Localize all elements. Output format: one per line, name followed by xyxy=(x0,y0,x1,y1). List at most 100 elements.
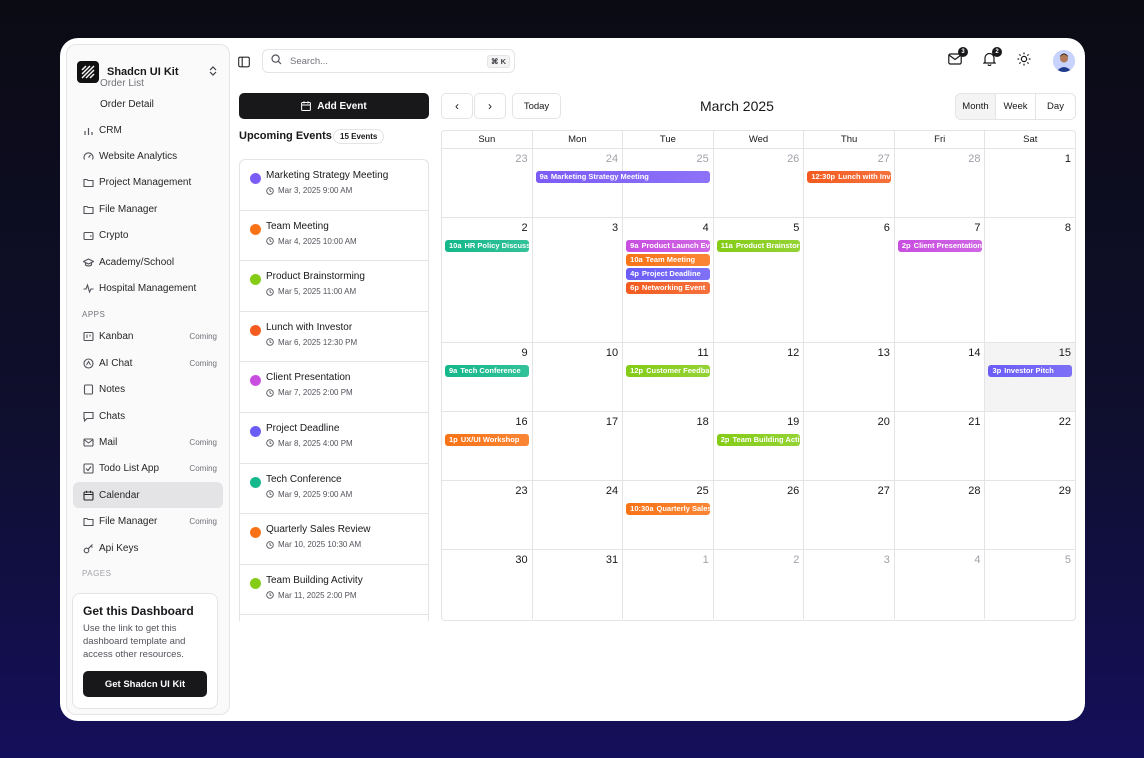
prev-month-button[interactable]: ‹ xyxy=(441,93,473,119)
day-cell[interactable]: 20 xyxy=(804,412,895,480)
calendar-event[interactable]: 12pCustomer Feedback xyxy=(626,365,710,377)
sidebar-item-api-keys[interactable]: Api Keys xyxy=(73,535,223,561)
event-card[interactable]: Product Brainstorming Mar 5, 2025 11:00 A… xyxy=(240,261,428,312)
day-cell[interactable]: 26 xyxy=(714,481,805,549)
day-cell[interactable]: 28 xyxy=(895,149,986,217)
sidebar-item-website-analytics[interactable]: Website Analytics xyxy=(73,143,223,169)
day-cell[interactable]: 10 xyxy=(533,343,624,411)
calendar-event[interactable]: 9a Tech Conference xyxy=(445,365,529,377)
calendar-event[interactable]: 6p Networking Event xyxy=(626,282,710,294)
sidebar-item-todo-list-app[interactable]: Todo List App Coming xyxy=(73,456,223,482)
sidebar-item-file-manager[interactable]: File Manager xyxy=(73,196,223,222)
day-cell[interactable]: 23 xyxy=(442,481,533,549)
sidebar-item-kanban[interactable]: Kanban Coming xyxy=(73,324,223,350)
day-cell[interactable]: 22 xyxy=(985,412,1075,480)
notifications-button[interactable]: 2 xyxy=(981,47,1002,69)
event-time: 9a xyxy=(539,172,548,181)
day-cell[interactable]: 30 xyxy=(442,550,533,619)
get-kit-button[interactable]: Get Shadcn UI Kit xyxy=(83,671,207,697)
view-day-button[interactable]: Day xyxy=(1036,94,1075,119)
view-week-button[interactable]: Week xyxy=(996,94,1036,119)
day-cell[interactable]: 16 1p UX/UI Workshop xyxy=(442,412,533,480)
event-card[interactable]: Quarterly Sales Review Mar 10, 2025 10:30… xyxy=(240,514,428,565)
sidebar-item-mail[interactable]: Mail Coming xyxy=(73,429,223,455)
sidebar-item-project-management[interactable]: Project Management xyxy=(73,170,223,196)
day-cell[interactable]: 8 xyxy=(985,218,1075,342)
day-cell[interactable]: 2 10aHR Policy Discussion xyxy=(442,218,533,342)
today-button[interactable]: Today xyxy=(512,93,561,119)
calendar-event[interactable]: 9a Marketing Strategy Meeting xyxy=(535,171,710,183)
day-cell[interactable]: 17 xyxy=(533,412,624,480)
day-cell[interactable]: 18 xyxy=(623,412,714,480)
day-cell[interactable]: 3 xyxy=(804,550,895,619)
event-card[interactable]: Lunch with Investor Mar 6, 2025 12:30 PM xyxy=(240,312,428,363)
sidebar-item-ai-chat[interactable]: AI Chat Coming xyxy=(73,350,223,376)
sidebar-toggle-icon[interactable] xyxy=(238,55,250,68)
sidebar-item-hospital-management[interactable]: Hospital Management xyxy=(73,275,223,301)
day-cell[interactable]: 9 9a Tech Conference xyxy=(442,343,533,411)
calendar-event[interactable]: 10aHR Policy Discussion xyxy=(445,240,529,252)
day-cell[interactable]: 15 3p Investor Pitch xyxy=(985,343,1075,411)
sidebar-subitem-order-detail[interactable]: Order Detail xyxy=(73,94,223,115)
add-event-button[interactable]: Add Event xyxy=(239,93,429,119)
event-card[interactable]: Team Building Activity Mar 11, 2025 2:00 … xyxy=(240,565,428,616)
view-month-button[interactable]: Month xyxy=(956,94,996,119)
day-cell[interactable]: 24 9a Marketing Strategy Meeting xyxy=(533,149,710,217)
day-cell[interactable]: 28 xyxy=(895,481,986,549)
day-cell[interactable]: 1 xyxy=(623,550,714,619)
sidebar-item-file-manager[interactable]: File Manager Coming xyxy=(73,508,223,534)
calendar-event[interactable]: 9aProduct Launch Event xyxy=(626,240,710,252)
theme-toggle-button[interactable] xyxy=(1016,52,1032,69)
sidebar-subitem-order-list[interactable]: Order List xyxy=(73,73,223,94)
day-cell[interactable]: 21 xyxy=(895,412,986,480)
calendar-event[interactable]: 2p Client Presentation xyxy=(897,240,982,252)
event-card[interactable]: Project Deadline Mar 8, 2025 4:00 PM xyxy=(240,413,428,464)
calendar-event[interactable]: 3p Investor Pitch xyxy=(988,365,1073,377)
calendar-event[interactable]: 10:30aQuarterly Sales Review xyxy=(626,503,710,515)
day-cell[interactable]: 25 xyxy=(623,149,714,217)
mail-button[interactable]: 3 xyxy=(947,47,968,69)
day-cell[interactable]: 7 2p Client Presentation xyxy=(895,218,986,342)
day-cell[interactable]: 23 xyxy=(442,149,533,217)
calendar-event[interactable]: 11aProduct Brainstorming xyxy=(716,240,801,252)
event-card[interactable]: Marketing Strategy Meeting Mar 3, 2025 9:… xyxy=(240,160,428,211)
day-cell[interactable]: 14 xyxy=(895,343,986,411)
day-cell[interactable]: 26 xyxy=(714,149,805,217)
calendar-event[interactable]: 10a Team Meeting xyxy=(626,254,710,266)
day-cell[interactable]: 25 10:30aQuarterly Sales Review xyxy=(623,481,714,549)
day-cell[interactable]: 5 11aProduct Brainstorming xyxy=(714,218,805,342)
sidebar-item-crypto[interactable]: Crypto xyxy=(73,223,223,249)
next-month-button[interactable]: › xyxy=(474,93,506,119)
calendar-event[interactable]: 4p Project Deadline xyxy=(626,268,710,280)
day-cell[interactable]: 1 xyxy=(985,149,1075,217)
event-card[interactable]: Client Presentation Mar 7, 2025 2:00 PM xyxy=(240,362,428,413)
day-cell[interactable]: 24 xyxy=(533,481,624,549)
day-cell[interactable]: 12 xyxy=(714,343,805,411)
day-cell[interactable]: 4 9aProduct Launch Event 10aTeam Meeting 4p… xyxy=(623,218,714,342)
day-cell[interactable]: 11 12pCustomer Feedback xyxy=(623,343,714,411)
event-card[interactable]: Team Meeting Mar 4, 2025 10:00 AM xyxy=(240,211,428,262)
key-icon xyxy=(82,542,94,554)
day-cell[interactable]: 27 12:30pLunch with Investor xyxy=(804,149,895,217)
day-cell[interactable]: 27 xyxy=(804,481,895,549)
calendar-event[interactable]: 1p UX/UI Workshop xyxy=(445,434,529,446)
user-avatar[interactable] xyxy=(1053,50,1075,72)
day-cell[interactable]: 6 xyxy=(804,218,895,342)
sidebar-item-crm[interactable]: CRM xyxy=(73,117,223,143)
day-cell[interactable]: 2 xyxy=(714,550,805,619)
calendar-event[interactable]: 2pTeam Building Activity xyxy=(716,434,801,446)
day-cell[interactable]: 19 2pTeam Building Activity xyxy=(714,412,805,480)
day-cell[interactable]: 5 xyxy=(985,550,1075,619)
event-card[interactable]: Tech Conference Mar 9, 2025 9:00 AM xyxy=(240,464,428,515)
day-cell[interactable]: 31 xyxy=(533,550,624,619)
sidebar-item-academy-school[interactable]: Academy/School xyxy=(73,249,223,275)
sidebar-item-calendar[interactable]: Calendar xyxy=(73,482,223,509)
sidebar-item-notes[interactable]: Notes xyxy=(73,377,223,403)
day-cell[interactable]: 4 xyxy=(895,550,986,619)
sidebar-item-chats[interactable]: Chats xyxy=(73,403,223,429)
day-cell[interactable]: 3 xyxy=(533,218,624,342)
search-input[interactable]: Search... ⌘ K xyxy=(262,49,515,73)
day-cell[interactable]: 13 xyxy=(804,343,895,411)
day-cell[interactable]: 29 xyxy=(985,481,1075,549)
calendar-event[interactable]: 12:30pLunch with Investor xyxy=(807,171,892,183)
